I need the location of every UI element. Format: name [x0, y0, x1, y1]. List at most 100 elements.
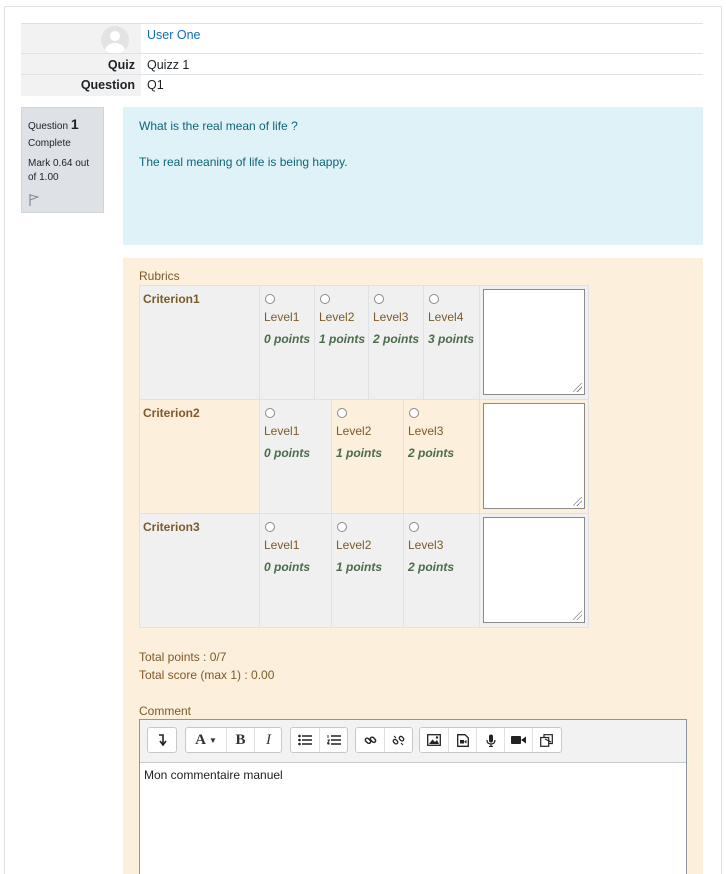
level-cell[interactable]: Level2 1 points [314, 285, 369, 400]
question-number-value: 1 [70, 116, 79, 132]
toolbar-group-collapse [147, 727, 177, 753]
question-answer: The real meaning of life is being happy. [139, 155, 348, 169]
level-label: Level3 [408, 424, 444, 438]
summary-quiz-label-cell: Quiz [21, 54, 141, 75]
summary-question-label-cell: Question [21, 75, 141, 96]
level-points: 1 points [319, 332, 366, 346]
level-points: 1 points [336, 446, 383, 460]
level-cell[interactable]: Level3 2 points [404, 514, 476, 627]
level-points: 2 points [408, 446, 455, 460]
criterion-name: Criterion1 [139, 285, 260, 400]
comment-label: Comment [139, 704, 192, 718]
level-label: Level3 [408, 538, 444, 552]
level-label: Level2 [319, 310, 355, 324]
level-radio[interactable] [429, 294, 439, 304]
toolbar-group-lists [290, 727, 348, 753]
quiz-value: Quizz 1 [147, 58, 190, 72]
level-label: Level4 [428, 310, 464, 324]
total-score: Total score (max 1) : 0.00 [139, 668, 275, 682]
flag-icon[interactable] [29, 194, 40, 209]
question-value: Q1 [147, 78, 164, 92]
level-points: 0 points [264, 332, 311, 346]
question-state: Complete [28, 138, 71, 149]
user-name-link[interactable]: User One [147, 28, 201, 42]
remark-cell [479, 285, 589, 400]
level-label: Level2 [336, 424, 372, 438]
toolbar-group-style: A ▼ B I [185, 727, 282, 753]
avatar[interactable] [101, 26, 129, 54]
quiz-label: Quiz [107, 58, 135, 72]
level-radio[interactable] [374, 294, 384, 304]
level-label: Level3 [373, 310, 409, 324]
level-points: 2 points [408, 560, 455, 574]
criterion-row-3: Criterion3 Level1 0 points Level2 1 points… [139, 513, 589, 628]
level-radio[interactable] [409, 522, 419, 532]
criterion-row-1: Criterion1 Level1 0 points Level2 1 points… [139, 285, 589, 400]
remark-textarea[interactable] [483, 403, 585, 509]
level-radio[interactable] [337, 408, 347, 418]
level-cell[interactable]: Level1 0 points [260, 514, 332, 627]
image-icon[interactable] [420, 728, 448, 752]
level-cell[interactable]: Level3 2 points [368, 285, 424, 400]
level-points: 3 points [428, 332, 475, 346]
level-points: 2 points [373, 332, 420, 346]
criterion-row-2: Criterion2 Level1 0 points Level2 1 points… [139, 399, 589, 514]
criterion-name: Criterion3 [139, 513, 260, 628]
level-points: 0 points [264, 446, 311, 460]
summary-question-row: Question Q1 [21, 74, 703, 96]
level-radio[interactable] [337, 522, 347, 532]
toolbar-group-links [355, 727, 413, 753]
summary-quiz-row: Quiz Quizz 1 [21, 53, 703, 75]
question-label: Question [80, 78, 135, 92]
level-points: 0 points [264, 560, 311, 574]
level-label: Level1 [264, 538, 300, 552]
level-cell[interactable]: Level3 2 points [404, 400, 476, 513]
unordered-list-icon[interactable] [291, 728, 319, 752]
level-radio[interactable] [265, 522, 275, 532]
remark-textarea[interactable] [483, 289, 585, 395]
media-icon[interactable] [448, 728, 476, 752]
remark-textarea[interactable] [483, 517, 585, 623]
level-radio[interactable] [409, 408, 419, 418]
unlink-icon[interactable] [384, 728, 412, 752]
editor-toolbar: A ▼ B I [140, 720, 686, 763]
level-cell[interactable]: Level2 1 points [332, 514, 404, 627]
comment-editor: A ▼ B I Mon commentaire manuel [139, 719, 687, 874]
remark-cell [479, 513, 589, 628]
total-points: Total points : 0/7 [139, 650, 227, 664]
question-prompt: What is the real mean of life ? [139, 119, 298, 133]
levels-container: Level1 0 points Level2 1 points Level3 2 po… [259, 399, 480, 514]
levels-container: Level1 0 points Level2 1 points Level3 2 po… [259, 513, 480, 628]
record-audio-icon[interactable] [476, 728, 504, 752]
level-points: 1 points [336, 560, 383, 574]
record-video-icon[interactable] [504, 728, 532, 752]
bold-icon[interactable]: B [226, 728, 254, 752]
question-info-box: Question 1 Complete Mark 0.64 out of 1.0… [21, 107, 104, 213]
level-radio[interactable] [265, 294, 275, 304]
level-radio[interactable] [265, 408, 275, 418]
italic-icon[interactable]: I [254, 728, 282, 752]
font-color-icon[interactable]: A ▼ [186, 728, 226, 752]
level-label: Level1 [264, 310, 300, 324]
comment-editor-content[interactable]: Mon commentaire manuel [144, 768, 283, 782]
remark-cell [479, 399, 589, 514]
ordered-list-icon[interactable] [319, 728, 347, 752]
question-mark: Mark 0.64 out of 1.00 [28, 158, 90, 183]
level-cell[interactable]: Level4 3 points [423, 285, 480, 400]
question-number: Question 1 [28, 116, 79, 132]
manage-files-icon[interactable] [532, 728, 560, 752]
link-icon[interactable] [356, 728, 384, 752]
collapse-icon[interactable] [148, 728, 176, 752]
level-label: Level2 [336, 538, 372, 552]
level-cell[interactable]: Level1 0 points [260, 400, 332, 513]
question-text-box: What is the real mean of life ? The real… [123, 107, 703, 245]
question-word: Question [28, 121, 69, 132]
criterion-name: Criterion2 [139, 399, 260, 514]
level-cell[interactable]: Level2 1 points [332, 400, 404, 513]
level-radio[interactable] [320, 294, 330, 304]
rubric-title: Rubrics [139, 269, 180, 283]
level-label: Level1 [264, 424, 300, 438]
rubric-table: Criterion1 Level1 0 points Level2 1 points… [139, 285, 589, 628]
level-cell[interactable]: Level1 0 points [259, 285, 315, 400]
toolbar-group-media [419, 727, 562, 753]
